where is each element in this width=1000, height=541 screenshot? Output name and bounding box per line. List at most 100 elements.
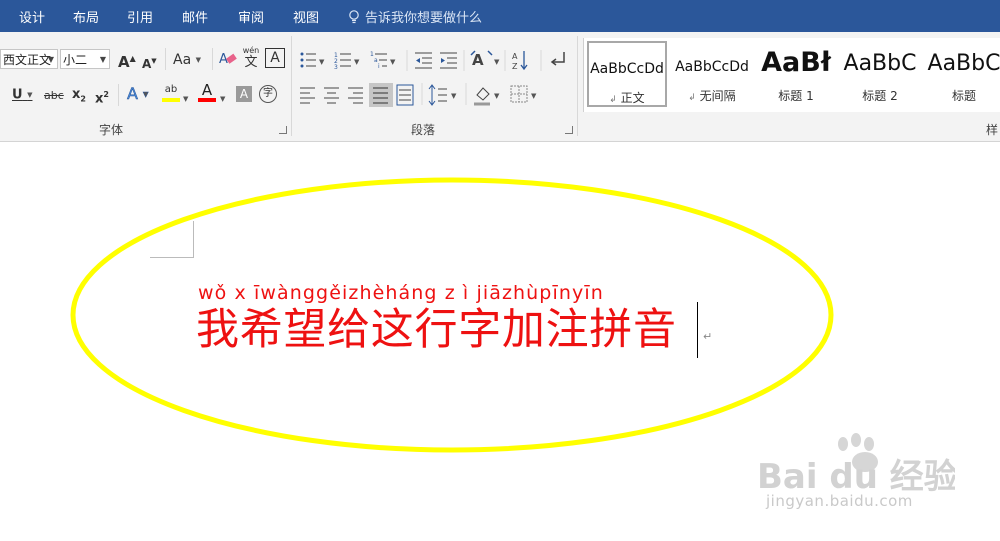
style-sample: AaBbC	[843, 51, 917, 76]
font-color-dropdown[interactable]: ▼	[220, 90, 225, 108]
char-border-icon: A	[270, 50, 280, 66]
bullets-icon: ▼	[300, 52, 325, 68]
font-size-combo[interactable]: 小二 ▼	[60, 49, 110, 69]
lightbulb-icon	[349, 10, 359, 24]
document-canvas[interactable]: wǒ x īwànggěizhèháng z ì jiāzhùpīnyīn 我希…	[0, 142, 1000, 541]
style-name: ↲ 正文	[609, 91, 645, 105]
body-text[interactable]: 我希望给这行字加注拼音	[196, 302, 677, 358]
style-name: 标题	[951, 89, 976, 103]
multilevel-list-icon: 1 a i ▼	[370, 51, 396, 70]
tab-view[interactable]: 视图	[293, 7, 319, 26]
highlight-button[interactable]: ab	[162, 84, 180, 102]
clear-formatting-button[interactable]: A	[218, 50, 238, 74]
style-sample: AaBbCcDd	[590, 61, 664, 77]
font-dialog-launcher[interactable]	[279, 126, 287, 134]
shrink-font-button[interactable]: A▼	[142, 52, 157, 73]
sort-icon: A Z	[512, 51, 528, 71]
font-size-value: 小二	[63, 53, 88, 67]
borders-icon: ▼	[510, 85, 537, 103]
svg-text:A: A	[472, 51, 484, 69]
group-divider	[291, 36, 292, 136]
svg-text:▼: ▼	[531, 92, 537, 100]
style-title[interactable]: AaBbC 标题	[924, 41, 1000, 107]
phonetic-guide-bottom: 文	[244, 55, 258, 70]
tab-references[interactable]: 引用	[127, 7, 153, 26]
svg-text:A: A	[512, 52, 518, 61]
distributed-icon	[396, 84, 414, 106]
tell-me-box[interactable]: 告诉我你想要做什么	[348, 7, 482, 26]
styles-group-label: 样	[986, 123, 999, 137]
paragraph-group-label: 段落	[411, 123, 436, 137]
grow-font-button[interactable]: A▲	[118, 50, 136, 71]
tab-review[interactable]: 审阅	[238, 7, 264, 26]
eraser-icon: A	[219, 52, 237, 67]
svg-text:▼: ▼	[451, 92, 457, 100]
numbering-icon: 1 2 3 ▼	[334, 52, 360, 71]
decrease-indent-icon	[415, 52, 432, 69]
ribbon-tab-bar: 设计 布局 引用 邮件 审阅 视图 告诉我你想要做什么	[0, 0, 1000, 32]
style-sample: AaBł	[761, 47, 831, 78]
subscript-button[interactable]: x2	[72, 86, 86, 109]
paragraph-dialog-launcher[interactable]	[565, 126, 573, 134]
font-group-label: 字体	[99, 123, 124, 137]
shrink-font-icon: A	[142, 57, 152, 71]
style-name: ↲ 无间隔	[688, 89, 736, 103]
grow-font-icon: A	[118, 53, 130, 71]
pinyin-guide-text: wǒ x īwànggěizhèháng z ì jiāzhùpīnyīn	[198, 282, 604, 304]
divider	[212, 48, 213, 70]
font-name-value: 西文正文	[3, 53, 52, 67]
watermark-brand: Bai du 经验	[757, 457, 955, 497]
increase-indent-icon	[440, 52, 457, 69]
svg-text:▼: ▼	[354, 58, 360, 66]
tab-mailings[interactable]: 邮件	[182, 7, 208, 26]
tab-layout[interactable]: 布局	[73, 7, 99, 26]
chevron-down-icon: ▼	[47, 55, 54, 64]
style-heading-1[interactable]: AaBł 标题 1	[756, 41, 836, 107]
change-case-button[interactable]: Aa ▼	[173, 51, 201, 69]
style-name: 标题 2	[862, 89, 898, 103]
text-effects-button[interactable]: A ▼	[127, 84, 149, 104]
align-center-icon	[324, 87, 339, 104]
strikethrough-button[interactable]: abc	[44, 87, 64, 105]
svg-text:i: i	[378, 63, 380, 70]
svg-text:3: 3	[334, 64, 338, 71]
paragraph-mark: ↵	[703, 330, 713, 343]
superscript-button[interactable]: x2	[95, 86, 109, 108]
divider	[118, 84, 119, 106]
phonetic-guide-button[interactable]: wén 文	[242, 46, 260, 70]
svg-text:Z: Z	[512, 62, 518, 71]
highlight-dropdown[interactable]: ▼	[183, 90, 188, 108]
ribbon: 西文正文 ▼ 小二 ▼ A▲ A▼ Aa ▼ A wén 文 A U ▼ abc x…	[0, 32, 1000, 142]
strikethrough-icon: abc	[44, 89, 64, 102]
svg-text:▼: ▼	[390, 58, 396, 66]
style-name: 标题 1	[778, 89, 814, 103]
underline-button[interactable]: U ▼	[12, 86, 32, 105]
line-spacing-icon: ▼	[428, 84, 457, 106]
style-sample: AaBbCcDd	[675, 59, 749, 75]
group-divider	[577, 36, 578, 136]
tell-me-text: 告诉我你想要做什么	[365, 11, 483, 26]
chinese-layout-icon: A ▼	[470, 50, 500, 69]
svg-text:▼: ▼	[319, 58, 325, 66]
align-right-icon	[348, 87, 363, 104]
font-color-icon: A	[201, 81, 213, 99]
underline-icon: U	[12, 87, 23, 103]
font-name-combo[interactable]: 西文正文 ▼	[0, 49, 58, 69]
style-normal[interactable]: AaBbCcDd ↲ 正文	[587, 41, 667, 107]
svg-text:▼: ▼	[494, 58, 500, 66]
enclose-icon: 字	[263, 88, 273, 99]
paragraph-row1: ▼ 1 2 3 ▼ 1 a i ▼ A ▼ A Z	[300, 50, 565, 71]
character-shading-button[interactable]: A	[236, 86, 252, 102]
tab-design[interactable]: 设计	[19, 7, 45, 26]
style-heading-2[interactable]: AaBbC 标题 2	[840, 41, 920, 107]
font-color-button[interactable]: A	[198, 82, 216, 102]
style-sample: AaBbC	[927, 51, 1000, 76]
show-marks-icon	[550, 52, 565, 66]
enclose-characters-button[interactable]: 字	[259, 85, 277, 103]
text-effects-icon: A	[127, 84, 138, 103]
change-case-icon: Aa	[173, 52, 192, 68]
shading-icon: ▼	[474, 87, 500, 106]
watermark-url: jingyan.baidu.com	[766, 492, 913, 510]
style-no-spacing[interactable]: AaBbCcDd ↲ 无间隔	[672, 41, 752, 107]
character-border-button[interactable]: A	[265, 48, 285, 68]
